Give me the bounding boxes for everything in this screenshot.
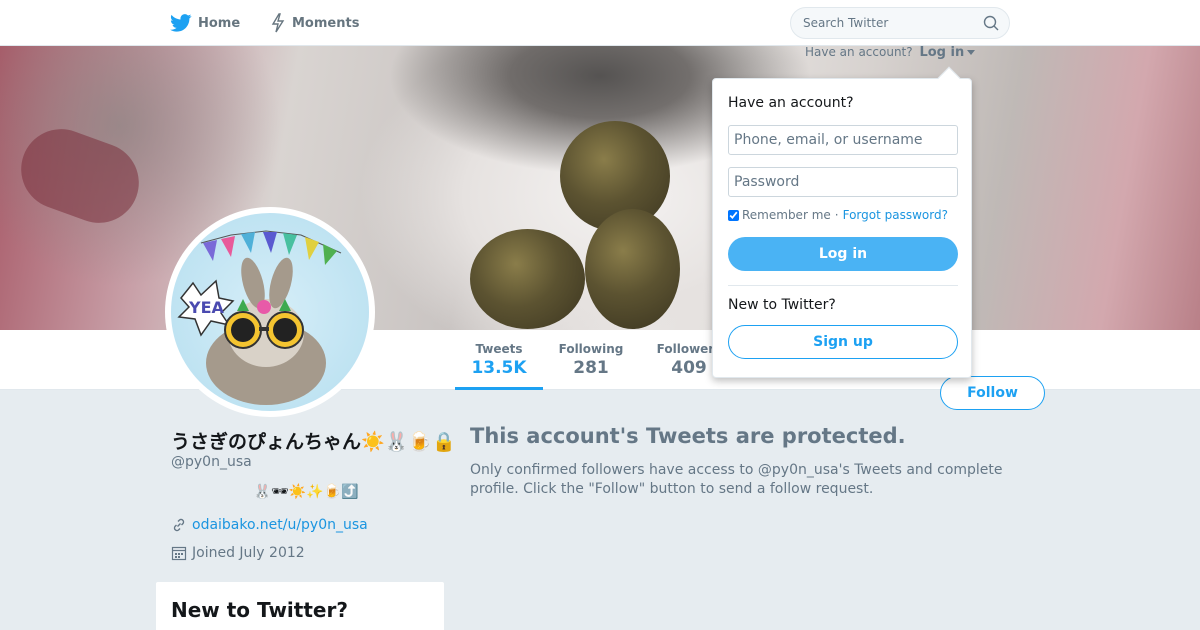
profile-joined-label: Joined July 2012 bbox=[192, 545, 305, 561]
nav-home-label: Home bbox=[198, 15, 241, 31]
separator-dot: · bbox=[834, 208, 839, 222]
login-prompt-text: Have an account? bbox=[805, 45, 913, 59]
profile-website: odaibako.net/u/py0n_usa bbox=[171, 517, 368, 533]
caret-down-icon[interactable] bbox=[967, 50, 976, 55]
remember-label[interactable]: Remember me bbox=[742, 208, 831, 222]
stat-value: 13.5K bbox=[471, 358, 527, 378]
stat-tweets[interactable]: Tweets 13.5K bbox=[455, 342, 543, 390]
profile-bio: 🐰🕶☀️✨🍺⤴️ bbox=[253, 484, 359, 500]
nav-moments[interactable]: Moments bbox=[270, 12, 359, 34]
cover-pellet bbox=[585, 209, 680, 329]
password-field[interactable] bbox=[728, 167, 958, 197]
calendar-icon bbox=[171, 546, 187, 561]
twitter-bird-icon bbox=[170, 14, 192, 32]
login-button[interactable]: Log in bbox=[728, 237, 958, 271]
profile-website-link[interactable]: odaibako.net/u/py0n_usa bbox=[192, 517, 368, 533]
signup-button[interactable]: Sign up bbox=[728, 325, 958, 359]
search-box bbox=[790, 7, 1010, 39]
stat-following[interactable]: Following 281 bbox=[554, 342, 628, 378]
protected-title: This account's Tweets are protected. bbox=[470, 424, 906, 448]
link-icon bbox=[173, 518, 185, 532]
new-to-twitter-card: New to Twitter? bbox=[156, 582, 444, 630]
login-link[interactable]: Log in bbox=[919, 45, 964, 60]
lightning-icon bbox=[271, 13, 285, 33]
search-input[interactable] bbox=[791, 8, 971, 38]
new-to-twitter-title: New to Twitter? bbox=[171, 598, 348, 622]
stat-label: Following bbox=[558, 342, 624, 356]
svg-text:YEA: YEA bbox=[188, 298, 225, 317]
nav-moments-label: Moments bbox=[292, 15, 360, 31]
dropdown-title: Have an account? bbox=[728, 95, 854, 111]
avatar[interactable]: YEA bbox=[165, 207, 375, 417]
login-dropdown: Have an account? Remember me · Forgot pa… bbox=[712, 66, 972, 378]
remember-row: Remember me · Forgot password? bbox=[728, 208, 948, 222]
avatar-illustration: YEA bbox=[177, 230, 342, 405]
forgot-password-link[interactable]: Forgot password? bbox=[843, 208, 948, 222]
search-icon[interactable] bbox=[983, 15, 999, 31]
login-prompt: Have an account? Log in bbox=[805, 45, 976, 60]
cover-pellet bbox=[470, 229, 585, 329]
profile-name: うさぎのぴょんちゃん☀️🐰🍺🔒 bbox=[171, 431, 456, 453]
stat-value: 281 bbox=[573, 358, 609, 378]
new-to-twitter-label: New to Twitter? bbox=[728, 297, 836, 313]
nav-home[interactable]: Home bbox=[170, 12, 240, 34]
divider bbox=[728, 285, 958, 286]
remember-checkbox[interactable] bbox=[728, 209, 739, 221]
protected-text: Only confirmed followers have access to … bbox=[470, 462, 1003, 497]
username-field[interactable] bbox=[728, 125, 958, 155]
avatar-image: YEA bbox=[171, 213, 369, 411]
profile-joined: Joined July 2012 bbox=[171, 545, 305, 561]
follow-button[interactable]: Follow bbox=[940, 376, 1045, 410]
stat-label: Tweets bbox=[475, 342, 523, 356]
top-nav: Home Moments bbox=[0, 0, 1200, 46]
profile-handle: @py0n_usa bbox=[171, 454, 252, 470]
